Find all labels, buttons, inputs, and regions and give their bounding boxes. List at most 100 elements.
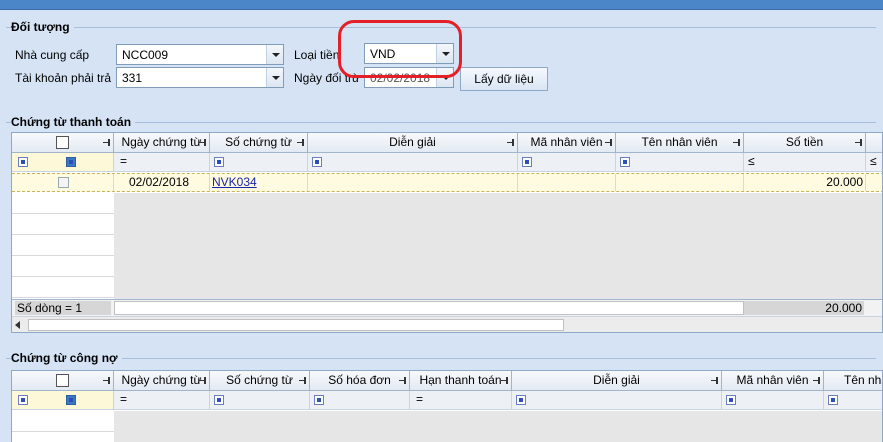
filter-icon[interactable] [516, 395, 526, 405]
filter-icon[interactable] [214, 157, 224, 167]
filter-cell-date[interactable]: = [114, 153, 210, 171]
col-header-doc-no[interactable]: Số chứng từ [210, 133, 308, 152]
col-header-employee-name[interactable]: Tên nhân viên [616, 133, 744, 152]
col-header-description[interactable]: Diễn giải [308, 133, 518, 152]
row-employee-name [616, 174, 744, 191]
doi-tuong-title: Đối tượng [11, 20, 74, 34]
pin-icon[interactable] [855, 139, 863, 146]
debt-group-title: Chứng từ công nợ [11, 351, 122, 365]
pin-icon[interactable] [711, 377, 719, 384]
filter-cell-employee-name[interactable] [616, 153, 744, 171]
doc-no-link[interactable]: NVK034 [212, 175, 257, 189]
row-doc-no-cell[interactable]: NVK034 [210, 174, 308, 191]
filter-operator: ≤ [748, 154, 755, 168]
filter-cell-invoice-no[interactable] [310, 391, 410, 409]
pin-icon[interactable] [297, 139, 305, 146]
col-header-employee-code[interactable]: Mã nhân viên [518, 133, 616, 152]
chevron-down-icon[interactable] [266, 68, 283, 87]
col-header-date[interactable]: Ngày chứng từ [114, 371, 210, 390]
filter-cell-employee-code[interactable] [518, 153, 616, 171]
filter-icon[interactable] [726, 395, 736, 405]
col-header-employee-code[interactable]: Mã nhân viên [722, 371, 824, 390]
filter-icon[interactable] [18, 395, 28, 405]
select-all-checkbox[interactable] [56, 136, 69, 149]
pin-icon[interactable] [199, 377, 207, 384]
filter-cell-description[interactable] [512, 391, 722, 409]
col-header-label: Số chứng từ [226, 373, 293, 387]
payment-group-title: Chứng từ thanh toán [11, 115, 136, 129]
filter-cell-amount[interactable]: ≤ [744, 153, 866, 171]
row-date: 02/02/2018 [114, 174, 210, 191]
col-header-employee-name[interactable]: Tên nhâ [824, 371, 882, 390]
filter-operator: = [120, 154, 128, 168]
chevron-down-icon[interactable] [266, 45, 283, 64]
col-header-label: Hạn thanh toán [419, 373, 502, 387]
filter-cell-employee-name[interactable] [824, 391, 882, 409]
pin-icon[interactable] [199, 139, 207, 146]
pin-icon[interactable] [399, 377, 407, 384]
filter-cell[interactable] [12, 391, 114, 409]
filter-cell-date[interactable]: = [114, 391, 210, 409]
debt-grid[interactable]: Ngày chứng từ Số chứng từ Số hóa đơn Hạn… [11, 370, 883, 442]
row-employee-code [518, 174, 616, 191]
table-row[interactable]: 02/02/2018 NVK034 20.000 [12, 173, 882, 192]
filter-cell-due-date[interactable]: = [410, 391, 512, 409]
col-header-doc-no[interactable]: Số chứng từ [210, 371, 310, 390]
pin-icon[interactable] [103, 139, 111, 146]
col-header-label: Tên nhân viên [641, 135, 718, 149]
filter-icon[interactable] [312, 157, 322, 167]
pin-icon[interactable] [501, 377, 509, 384]
pin-icon[interactable] [103, 377, 111, 384]
filter-cell-description[interactable] [308, 153, 518, 171]
account-combo[interactable]: 331 [116, 67, 284, 88]
row-select-cell[interactable] [12, 174, 114, 191]
col-header-description[interactable]: Diễn giải [512, 371, 722, 390]
filter-icon[interactable] [620, 157, 630, 167]
select-all-checkbox[interactable] [56, 374, 69, 387]
scroll-left-icon[interactable] [15, 321, 20, 329]
pin-icon[interactable] [733, 139, 741, 146]
debt-grid-header: Ngày chứng từ Số chứng từ Số hóa đơn Hạn… [12, 371, 882, 391]
filter-cell-doc-no[interactable] [210, 153, 308, 171]
filter-cell-overflow[interactable]: ≤ [866, 153, 882, 171]
filter-cell-employee-code[interactable] [722, 391, 824, 409]
currency-label: Loại tiền [294, 48, 340, 62]
row-checkbox[interactable] [58, 177, 69, 188]
filter-icon[interactable] [522, 157, 532, 167]
select-all-cell[interactable] [12, 371, 114, 390]
filter-cell[interactable] [12, 153, 114, 171]
supplier-combo[interactable]: NCC009 [116, 44, 284, 65]
col-header-label: Ngày chứng từ [121, 135, 202, 149]
col-header-date[interactable]: Ngày chứng từ [114, 133, 210, 152]
payment-grid[interactable]: Ngày chứng từ Số chứng từ Diễn giải Mã n… [11, 132, 883, 333]
filter-icon[interactable] [214, 395, 224, 405]
filter-icon[interactable] [828, 395, 838, 405]
col-header-label: Mã nhân viên [736, 373, 809, 387]
payment-filter-row: = ≤ ≤ [12, 153, 882, 172]
col-header-label: Ngày chứng từ [121, 373, 202, 387]
account-value: 331 [122, 71, 143, 85]
footer-total: 20.000 [744, 301, 864, 315]
col-header-amount[interactable]: Số tiền [744, 133, 866, 152]
pin-icon[interactable] [299, 377, 307, 384]
col-header-overflow [866, 133, 882, 152]
pin-icon[interactable] [605, 139, 613, 146]
row-header-empty [12, 193, 114, 299]
pin-icon[interactable] [813, 377, 821, 384]
grid-empty-area [114, 193, 882, 299]
filter-toggle-icon[interactable] [66, 157, 76, 167]
highlight-annotation [338, 20, 462, 78]
pin-icon[interactable] [507, 139, 515, 146]
get-data-button[interactable]: Lấy dữ liệu [460, 67, 548, 91]
filter-icon[interactable] [18, 157, 28, 167]
filter-operator: = [416, 392, 424, 406]
horizontal-scrollbar[interactable] [12, 316, 882, 332]
col-header-invoice-no[interactable]: Số hóa đơn [310, 371, 410, 390]
filter-cell-doc-no[interactable] [210, 391, 310, 409]
filter-toggle-icon[interactable] [66, 395, 76, 405]
filter-icon[interactable] [314, 395, 324, 405]
select-all-cell[interactable] [12, 133, 114, 152]
scrollbar-thumb[interactable] [28, 319, 564, 331]
col-header-due-date[interactable]: Hạn thanh toán [410, 371, 512, 390]
col-header-label: Diễn giải [593, 373, 640, 387]
